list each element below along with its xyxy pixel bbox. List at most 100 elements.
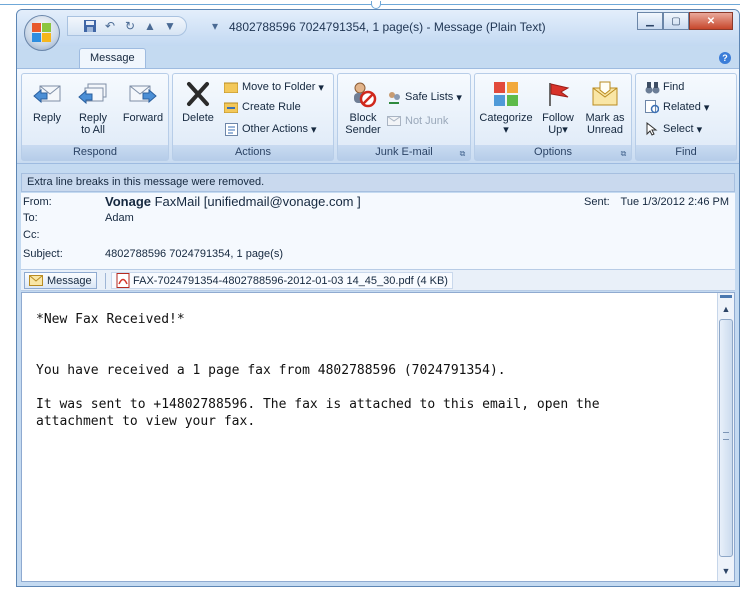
dropdown-arrow-icon: ▾ [562, 124, 568, 136]
binoculars-icon [644, 79, 660, 95]
categorize-icon [490, 78, 522, 110]
attachment-divider [105, 273, 106, 289]
group-respond: Reply Reply to All Forward Respond [21, 73, 169, 161]
related-button[interactable]: Related ▾ [644, 98, 709, 116]
dropdown-arrow-icon: ▾ [503, 124, 509, 136]
dropdown-arrow-icon: ▾ [703, 101, 710, 114]
dialog-launcher-icon[interactable]: ⧉ [458, 149, 467, 158]
minimize-button[interactable]: ▁ [637, 12, 663, 30]
help-icon[interactable]: ? [719, 52, 731, 64]
maximize-button[interactable]: ▢ [663, 12, 689, 30]
message-body[interactable]: *New Fax Received!* You have received a 1… [21, 292, 735, 582]
message-window: ↶ ↻ ▲ ▼ ▾ 4802788596 7024791354, 1 page(… [16, 9, 740, 587]
pdf-attachment[interactable]: FAX-7024791354-4802788596-2012-01-03 14_… [111, 272, 453, 289]
message-header: From: Vonage FaxMail [unifiedmail@vonage… [21, 193, 735, 269]
categorize-button[interactable]: Categorize ▾ [477, 78, 535, 136]
to-value[interactable]: Adam [105, 212, 134, 224]
to-label: To: [23, 212, 38, 224]
body-line-heading: *New Fax Received!* [36, 312, 185, 327]
group-label-options: Options ⧉ [475, 145, 631, 160]
forward-icon [127, 78, 159, 110]
quick-access-toolbar: ↶ ↻ ▲ ▼ [67, 16, 187, 36]
save-icon[interactable] [82, 18, 98, 34]
pdf-icon [116, 273, 130, 288]
group-options: Categorize ▾ Follow Up▾ Mark as Unread O… [474, 73, 632, 161]
reply-button[interactable]: Reply [24, 78, 70, 124]
redo-icon[interactable]: ↻ [122, 18, 138, 34]
group-find: Find Related ▾ Select ▾ Find [635, 73, 737, 161]
select-button[interactable]: Select ▾ [644, 120, 702, 138]
safe-lists-icon [386, 89, 402, 105]
group-label-respond: Respond [22, 145, 168, 160]
customize-toolbar-icon[interactable]: ▾ [207, 18, 223, 34]
delete-button[interactable]: Delete [175, 78, 221, 124]
safe-lists-button[interactable]: Safe Lists ▾ [386, 88, 462, 106]
block-sender-button[interactable]: Block Sender [340, 78, 386, 136]
subject-label: Subject: [23, 248, 63, 260]
not-junk-icon [386, 113, 402, 129]
mark-as-unread-button[interactable]: Mark as Unread [581, 78, 629, 136]
undo-icon[interactable]: ↶ [102, 18, 118, 34]
dropdown-arrow-icon: ▾ [456, 91, 462, 104]
envelope-icon [29, 275, 43, 286]
reply-all-button[interactable]: Reply to All [70, 78, 116, 136]
scroll-grip-icon [723, 432, 729, 440]
group-label-actions: Actions [173, 145, 333, 160]
attachment-bar: Message FAX-7024791354-4802788596-2012-0… [21, 269, 735, 291]
block-sender-icon [347, 78, 379, 110]
group-junk-email: Block Sender Safe Lists ▾ Not Junk Junk E… [337, 73, 471, 161]
create-rule-button[interactable]: Create Rule [223, 98, 301, 116]
group-actions: Delete Move to Folder ▾ Create Rule Other… [172, 73, 334, 161]
scroll-top-marker [720, 295, 732, 298]
group-label-junk-email: Junk E-mail ⧉ [338, 145, 470, 160]
delete-icon [182, 78, 214, 110]
info-bar[interactable]: Extra line breaks in this message were r… [21, 173, 735, 192]
reply-icon [31, 78, 63, 110]
scroll-up-arrow-icon[interactable]: ▲ [718, 301, 734, 317]
background-notch [371, 1, 381, 9]
scroll-down-arrow-icon[interactable]: ▼ [718, 563, 734, 579]
body-line-sent-to: It was sent to +14802788596. The fax is … [36, 397, 600, 429]
related-icon [644, 99, 660, 115]
follow-up-flag-icon [542, 78, 574, 110]
not-junk-button[interactable]: Not Junk [386, 112, 448, 130]
cc-label: Cc: [23, 229, 40, 241]
sent-value: Tue 1/3/2012 2:46 PM [620, 196, 729, 208]
dropdown-arrow-icon: ▾ [318, 81, 324, 94]
previous-item-icon[interactable]: ▲ [142, 18, 158, 34]
reply-all-icon [77, 78, 109, 110]
close-button[interactable]: ✕ [689, 12, 733, 30]
title-bar: ↶ ↻ ▲ ▼ ▾ 4802788596 7024791354, 1 page(… [17, 10, 739, 46]
scroll-thumb[interactable] [719, 319, 733, 557]
tab-message[interactable]: Message [79, 48, 146, 69]
from-value[interactable]: Vonage FaxMail [unifiedmail@vonage.com ] [105, 194, 361, 209]
body-text[interactable]: *New Fax Received!* You have received a 1… [36, 311, 696, 430]
follow-up-button[interactable]: Follow Up▾ [537, 78, 579, 136]
next-item-icon[interactable]: ▼ [162, 18, 178, 34]
find-button[interactable]: Find [644, 78, 684, 96]
sent-info: Sent: Tue 1/3/2012 2:46 PM [584, 196, 729, 208]
window-controls: ▁ ▢ ✕ [637, 12, 733, 30]
group-label-find: Find [636, 145, 736, 160]
dialog-launcher-icon[interactable]: ⧉ [619, 149, 628, 158]
office-logo-icon [32, 23, 52, 43]
body-line-received: You have received a 1 page fax from 4802… [36, 363, 506, 378]
vertical-scrollbar[interactable]: ▲ ▼ [717, 293, 734, 581]
subject-value: 4802788596 7024791354, 1 page(s) [105, 248, 283, 260]
forward-button[interactable]: Forward [118, 78, 168, 124]
message-view-button[interactable]: Message [24, 272, 97, 289]
window-title: 4802788596 7024791354, 1 page(s) - Messa… [229, 20, 546, 34]
folder-move-icon [223, 79, 239, 95]
ribbon: Reply Reply to All Forward Respond Delet… [17, 68, 739, 164]
dropdown-arrow-icon: ▾ [311, 123, 317, 136]
office-button[interactable] [24, 15, 60, 51]
other-actions-button[interactable]: Other Actions ▾ [223, 120, 317, 138]
background-line [0, 4, 740, 5]
move-to-folder-button[interactable]: Move to Folder ▾ [223, 78, 324, 96]
rule-icon [223, 99, 239, 115]
dropdown-arrow-icon: ▾ [696, 123, 703, 136]
mark-unread-envelope-icon [589, 78, 621, 110]
sent-label: Sent: [584, 196, 610, 208]
select-cursor-icon [644, 121, 660, 137]
other-actions-icon [223, 121, 239, 137]
